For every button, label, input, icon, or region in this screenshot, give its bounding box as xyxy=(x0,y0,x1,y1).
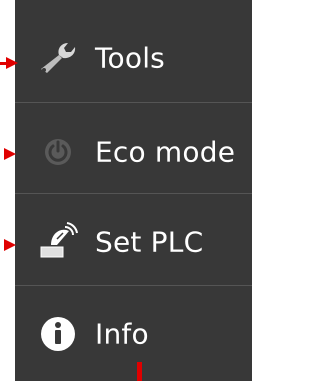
menu-item-info[interactable]: Info xyxy=(15,288,252,380)
annotation-mark xyxy=(137,362,142,381)
menu-item-label: Info xyxy=(95,317,149,351)
divider xyxy=(15,193,252,194)
power-icon xyxy=(35,129,81,175)
divider xyxy=(15,285,252,286)
menu-item-tools[interactable]: Tools xyxy=(15,12,252,104)
wrench-icon xyxy=(35,35,81,81)
menu-item-eco-mode[interactable]: Eco mode xyxy=(15,106,252,198)
info-icon xyxy=(35,311,81,357)
menu-item-set-plc[interactable]: Set PLC xyxy=(15,196,252,288)
side-menu: Tools Eco mode Set PLC Info xyxy=(15,0,252,381)
menu-item-label: Eco mode xyxy=(95,135,236,169)
menu-item-label: Tools xyxy=(95,41,165,75)
satellite-dish-icon xyxy=(35,219,81,265)
divider xyxy=(15,102,252,103)
menu-item-label: Set PLC xyxy=(95,225,204,259)
